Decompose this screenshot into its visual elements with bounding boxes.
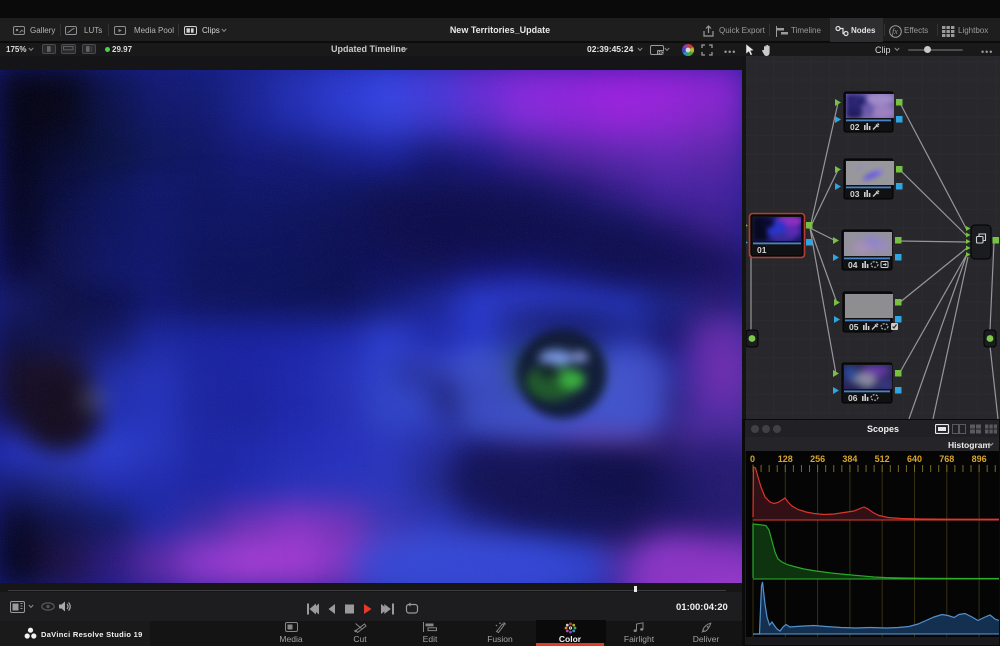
- svg-text:05: 05: [849, 322, 859, 332]
- svg-text:384: 384: [842, 454, 857, 464]
- svg-text:02: 02: [850, 122, 860, 132]
- svg-text:768: 768: [939, 454, 954, 464]
- svg-text:128: 128: [778, 454, 793, 464]
- svg-text:01: 01: [757, 245, 767, 255]
- svg-text:640: 640: [907, 454, 922, 464]
- svg-text:896: 896: [972, 454, 987, 464]
- svg-text:06: 06: [848, 393, 858, 403]
- svg-text:256: 256: [810, 454, 825, 464]
- svg-text:04: 04: [848, 260, 858, 270]
- svg-text:03: 03: [850, 189, 860, 199]
- svg-text:512: 512: [875, 454, 890, 464]
- svg-text:0: 0: [750, 454, 755, 464]
- svg-text:fx: fx: [892, 27, 898, 36]
